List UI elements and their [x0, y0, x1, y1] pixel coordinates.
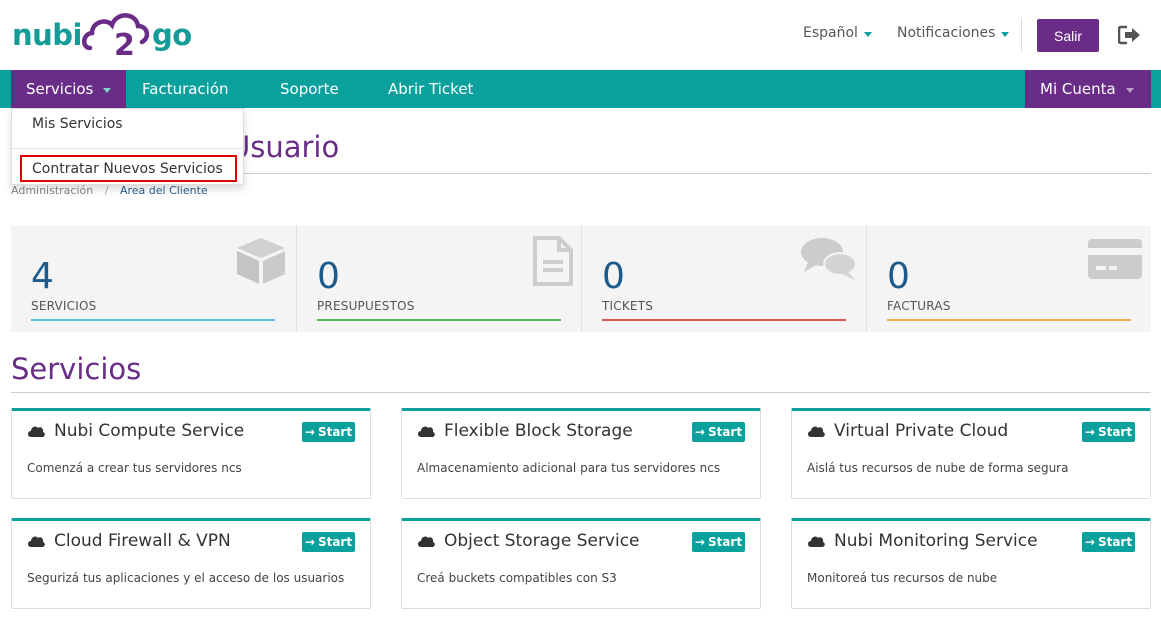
- stat-label: SERVICIOS: [31, 299, 97, 313]
- main-navbar: Servicios Facturación Soporte Abrir Tick…: [0, 70, 1161, 108]
- arrow-right-icon: →: [1084, 535, 1095, 549]
- arrow-right-icon: →: [1084, 425, 1095, 439]
- breadcrumb-item-area-cliente: Area del Cliente: [119, 184, 208, 197]
- breadcrumb: Administración / Area del Cliente: [11, 184, 208, 197]
- chevron-down-icon: [103, 87, 112, 93]
- document-icon: [533, 236, 573, 290]
- arrow-right-icon: →: [304, 425, 315, 439]
- stat-label: PRESUPUESTOS: [317, 299, 415, 313]
- card-title: Nubi Compute Service: [54, 421, 245, 441]
- stat-value: 4: [31, 256, 54, 297]
- stat-value: 0: [317, 256, 340, 297]
- logo-cloud-icon: 2: [82, 8, 152, 63]
- arrow-right-icon: →: [304, 535, 315, 549]
- card-description: Creá buckets compatibles con S3: [417, 571, 617, 585]
- header: nubi 2 go Español Notificaciones Salir: [0, 0, 1161, 70]
- services-divider: [11, 392, 1151, 393]
- notifications-label: Notificaciones: [897, 25, 996, 41]
- service-card-monitoring[interactable]: Nubi Monitoring Service → Start Monitoreá…: [791, 518, 1151, 609]
- logout-button[interactable]: Salir: [1037, 19, 1099, 52]
- stat-bar: [887, 319, 1131, 321]
- nubi2go-logo[interactable]: nubi 2 go: [12, 8, 192, 63]
- nav-item-label: Abrir Ticket: [388, 80, 474, 98]
- service-card-block-storage[interactable]: Flexible Block Storage → Start Almacenami…: [401, 408, 761, 499]
- card-title: Object Storage Service: [444, 531, 640, 551]
- card-title: Cloud Firewall & VPN: [54, 531, 231, 551]
- cloud-icon: [807, 422, 825, 441]
- credit-card-icon: [1087, 236, 1143, 286]
- card-title: Nubi Monitoring Service: [834, 531, 1038, 551]
- card-title: Virtual Private Cloud: [834, 421, 1009, 441]
- cloud-icon: [27, 532, 45, 551]
- card-description: Monitoreá tus recursos de nube: [807, 571, 998, 585]
- breadcrumb-item-administracion[interactable]: Administración: [11, 184, 93, 197]
- start-button[interactable]: → Start: [1082, 532, 1135, 552]
- nav-item-abrir-ticket[interactable]: Abrir Ticket: [388, 70, 473, 108]
- nav-item-facturacion[interactable]: Facturación: [142, 70, 229, 108]
- card-description: Aislá tus recursos de nube de forma segu…: [807, 461, 1069, 475]
- cube-icon: [235, 236, 287, 290]
- logo-text-right: go: [152, 18, 192, 52]
- start-button[interactable]: → Start: [302, 532, 355, 552]
- start-button[interactable]: → Start: [1082, 422, 1135, 442]
- nav-item-label: Facturación: [142, 80, 229, 98]
- stat-label: TICKETS: [602, 299, 654, 313]
- service-card-compute[interactable]: Nubi Compute Service → Start Comenzá a cr…: [11, 408, 371, 499]
- service-card-object-storage[interactable]: Object Storage Service → Start Creá bucke…: [401, 518, 761, 609]
- chevron-down-icon: [1001, 31, 1010, 37]
- stat-bar: [602, 319, 846, 321]
- card-description: Almacenamiento adicional para tus servid…: [417, 461, 721, 475]
- card-description: Comenzá a crear tus servidores ncs: [27, 461, 242, 475]
- header-divider: [1021, 18, 1022, 52]
- cloud-icon: [417, 422, 435, 441]
- nav-item-label: Mi Cuenta: [1040, 80, 1116, 98]
- breadcrumb-separator: /: [104, 184, 109, 197]
- language-selector[interactable]: Español: [803, 25, 872, 41]
- chevron-down-icon: [1125, 87, 1134, 93]
- stat-bar: [31, 319, 275, 321]
- stat-tickets[interactable]: 0 TICKETS: [581, 226, 866, 332]
- menu-item-mis-servicios[interactable]: Mis Servicios: [12, 116, 243, 132]
- nav-item-soporte[interactable]: Soporte: [280, 70, 339, 108]
- nav-item-servicios[interactable]: Servicios: [11, 70, 126, 108]
- cloud-icon: [417, 532, 435, 551]
- stat-value: 0: [602, 256, 625, 297]
- stat-bar: [317, 319, 561, 321]
- cloud-icon: [27, 422, 45, 441]
- nav-item-mi-cuenta[interactable]: Mi Cuenta: [1025, 70, 1151, 108]
- arrow-right-icon: →: [694, 535, 705, 549]
- stat-label: FACTURAS: [887, 299, 951, 313]
- language-label: Español: [803, 25, 858, 41]
- card-description: Segurizá tus aplicaciones y el acceso de…: [27, 571, 345, 585]
- logo-text-left: nubi: [12, 18, 83, 52]
- start-button[interactable]: → Start: [692, 422, 745, 442]
- stat-servicios[interactable]: 4 SERVICIOS: [11, 226, 296, 332]
- chevron-down-icon: [863, 31, 872, 37]
- chat-icon: [800, 236, 858, 286]
- stats-panel: 4 SERVICIOS 0 PRESUPUESTOS 0 TICKETS 0 F…: [11, 226, 1151, 332]
- cloud-icon: [807, 532, 825, 551]
- nav-item-label: Soporte: [280, 80, 339, 98]
- stat-presupuestos[interactable]: 0 PRESUPUESTOS: [296, 226, 581, 332]
- service-card-firewall-vpn[interactable]: Cloud Firewall & VPN → Start Segurizá tus…: [11, 518, 371, 609]
- svg-text:2: 2: [114, 28, 135, 62]
- sign-out-icon[interactable]: [1117, 25, 1142, 45]
- start-button[interactable]: → Start: [692, 532, 745, 552]
- highlight-box: [20, 155, 237, 182]
- stat-value: 0: [887, 256, 910, 297]
- services-heading: Servicios: [11, 352, 142, 386]
- service-card-vpc[interactable]: Virtual Private Cloud → Start Aislá tus r…: [791, 408, 1151, 499]
- arrow-right-icon: →: [694, 425, 705, 439]
- stat-facturas[interactable]: 0 FACTURAS: [866, 226, 1151, 332]
- servicios-dropdown-menu: Mis Servicios Contratar Nuevos Servicios: [11, 108, 244, 185]
- card-title: Flexible Block Storage: [444, 421, 633, 441]
- nav-item-label: Servicios: [26, 80, 94, 98]
- notifications-dropdown[interactable]: Notificaciones: [897, 25, 1010, 41]
- start-button[interactable]: → Start: [302, 422, 355, 442]
- menu-divider: [12, 148, 243, 149]
